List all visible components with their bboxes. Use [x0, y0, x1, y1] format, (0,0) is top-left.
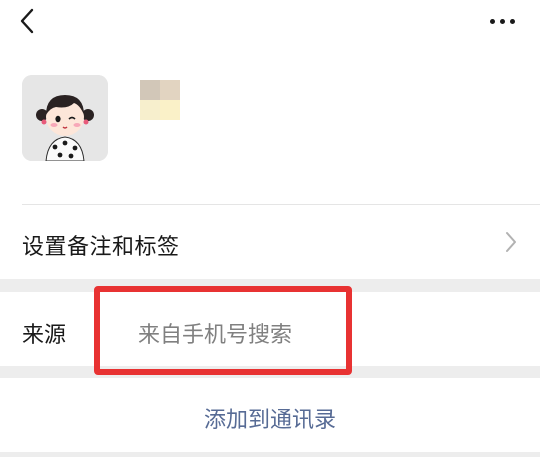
more-dot — [509, 18, 515, 24]
avatar-image — [22, 75, 108, 161]
more-button[interactable] — [482, 6, 522, 36]
chevron-left-icon — [20, 8, 34, 34]
more-dot — [499, 18, 505, 24]
contact-profile-page: 设置备注和标签 来源 来自手机号搜索 添加到通讯录 — [0, 0, 540, 457]
add-to-contacts-label: 添加到通讯录 — [203, 408, 336, 433]
source-label: 来源 — [22, 323, 67, 348]
more-dot — [489, 18, 495, 24]
add-to-contacts-button[interactable]: 添加到通讯录 — [0, 378, 540, 452]
profile-card: 设置备注和标签 — [0, 0, 540, 279]
annotation-highlight-box — [94, 286, 352, 375]
remark-row-label: 设置备注和标签 — [22, 235, 180, 260]
set-remark-and-tags-row[interactable]: 设置备注和标签 — [0, 205, 540, 279]
avatar[interactable] — [22, 75, 108, 161]
chevron-right-icon — [506, 232, 516, 252]
nickname-mosaic — [140, 80, 180, 120]
back-button[interactable] — [10, 4, 44, 38]
